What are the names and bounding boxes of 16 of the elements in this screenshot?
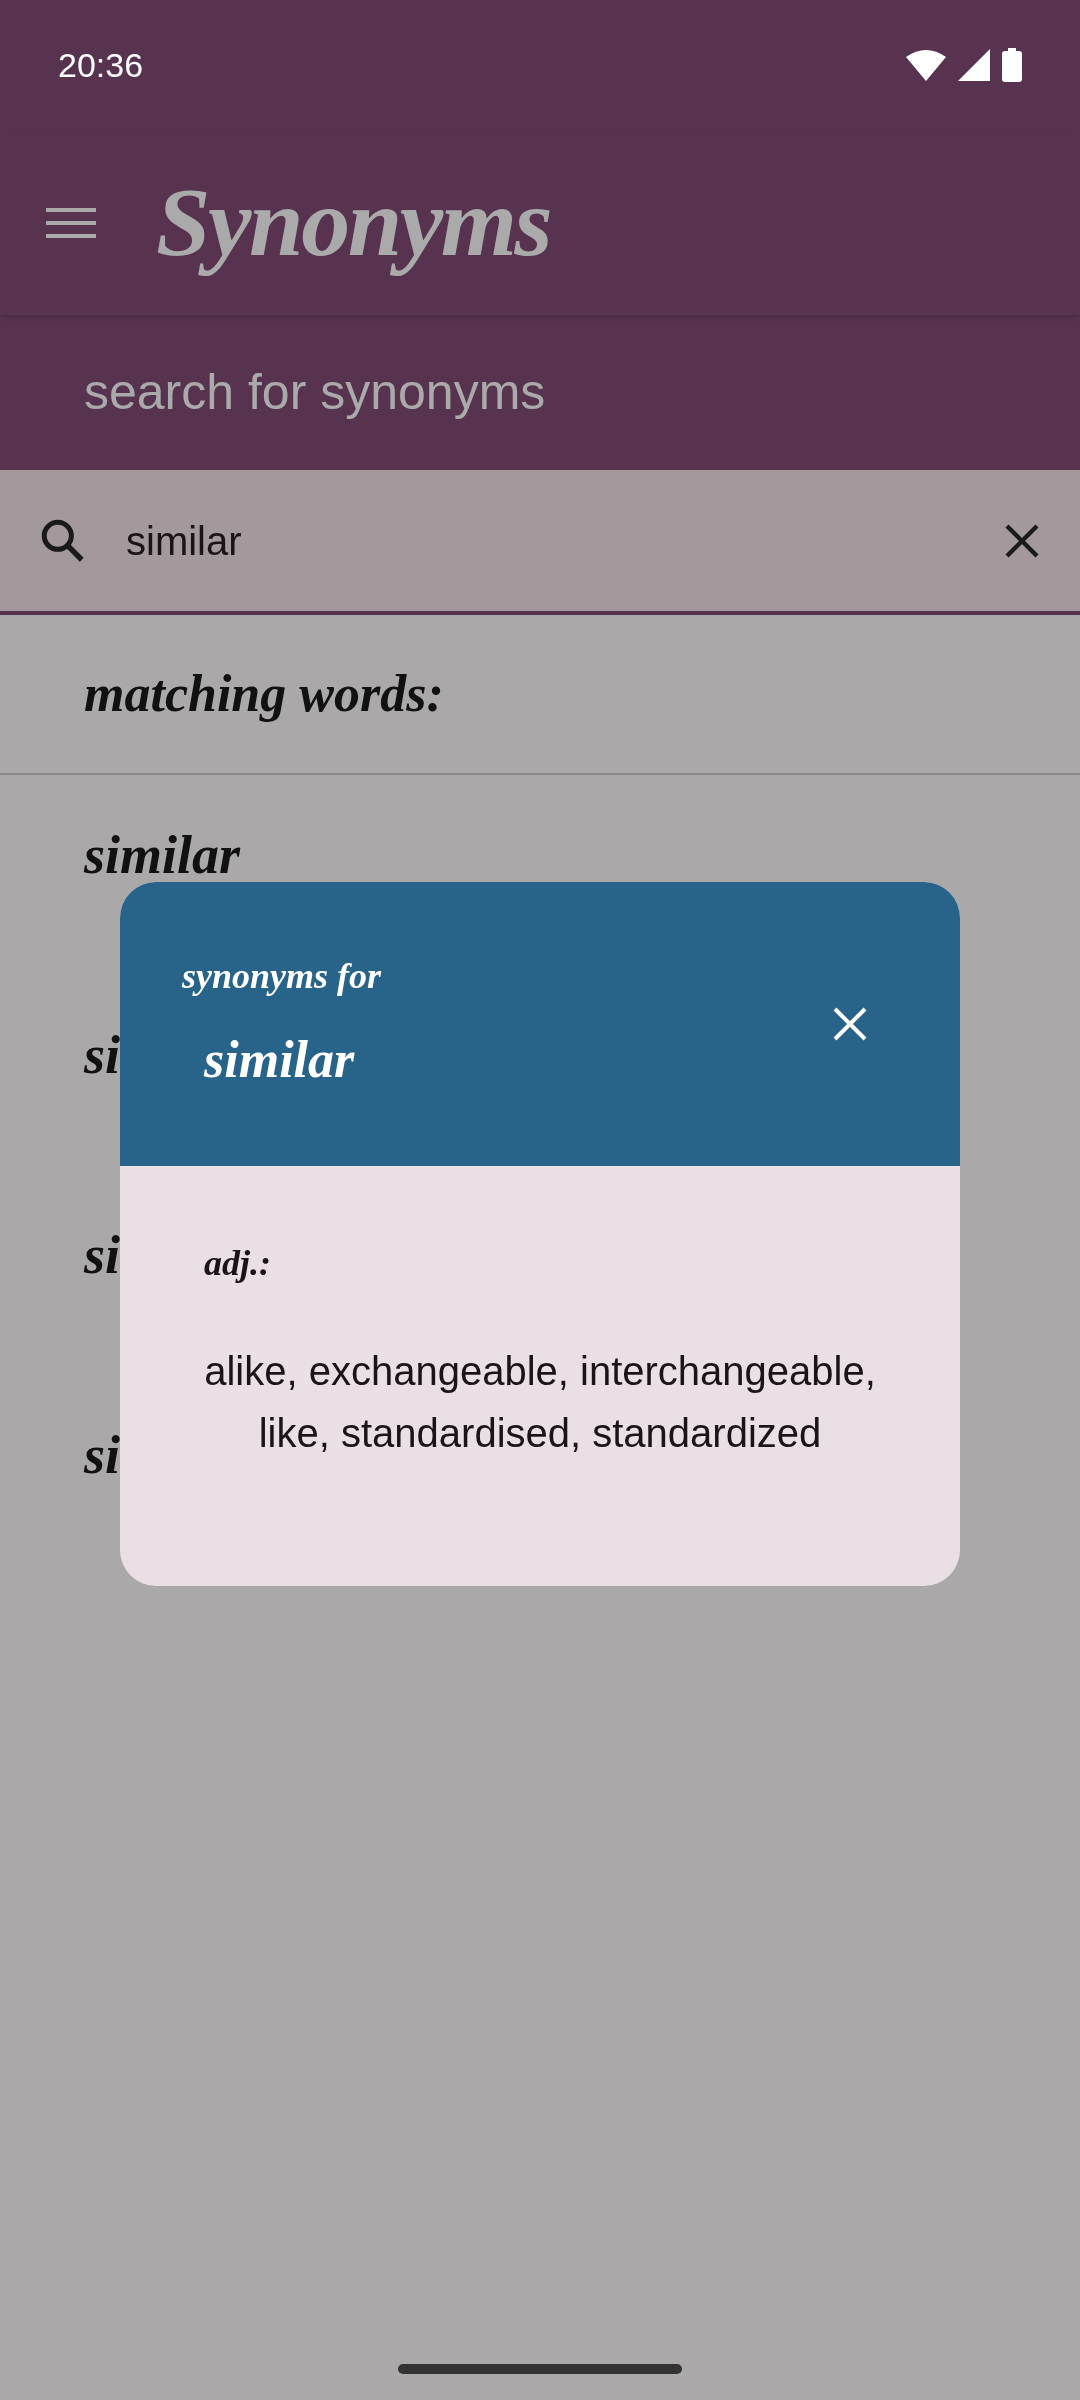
section-heading: matching words: bbox=[84, 664, 444, 724]
result-word[interactable]: si bbox=[84, 1015, 121, 1096]
dialog-caption: synonyms for bbox=[182, 955, 382, 998]
search-field[interactable]: similar bbox=[0, 470, 1080, 615]
menu-icon[interactable] bbox=[46, 207, 96, 238]
app-title: Synonyms bbox=[156, 167, 551, 278]
result-word[interactable]: si bbox=[84, 1215, 121, 1296]
battery-icon bbox=[1002, 48, 1022, 82]
part-of-speech: adj.: bbox=[204, 1242, 272, 1285]
synonyms-text: alike, exchangeable, interchangeable, like, standardised, standardized bbox=[204, 1348, 876, 1457]
status-time: 20:36 bbox=[58, 44, 144, 86]
wifi-icon bbox=[906, 49, 946, 81]
result-word[interactable]: si bbox=[84, 1415, 121, 1496]
dialog-word: similar bbox=[202, 1030, 356, 1090]
subtitle: search for synonyms bbox=[84, 363, 546, 422]
signal-icon bbox=[958, 49, 990, 81]
